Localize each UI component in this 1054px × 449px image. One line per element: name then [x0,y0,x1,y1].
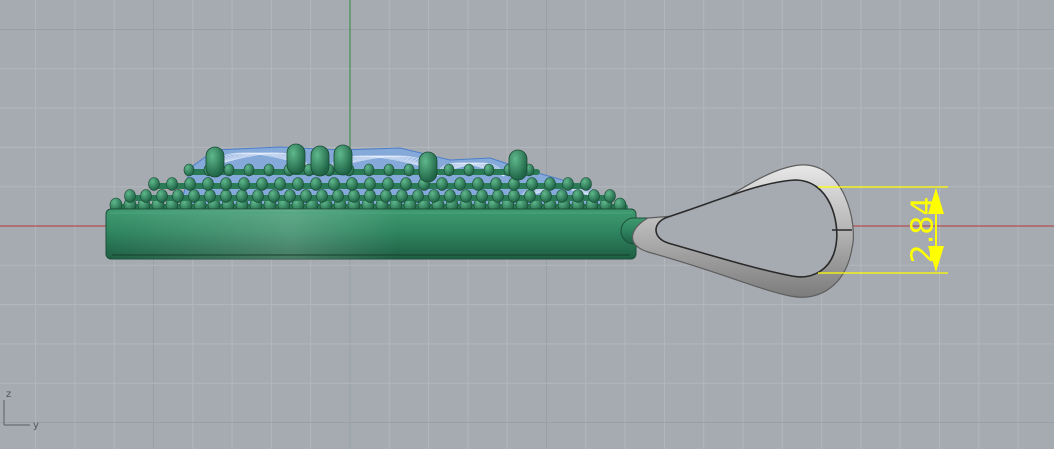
prong-bead [526,177,538,191]
prong-bead [380,189,392,203]
prong-bead [463,163,475,177]
tall-prong [333,144,353,176]
prong-bead [236,189,248,203]
prong-bead [412,189,424,203]
prong-bead [444,189,456,203]
prong-bead [588,189,600,203]
axis-gizmo: z y [3,389,39,431]
prong-bead [400,177,412,191]
prong-bead [172,189,184,203]
tall-prong [418,151,438,183]
viewport-canvas[interactable]: 2.84 z y [0,0,1054,449]
prong-bead [443,163,455,177]
prong-bead [268,189,280,203]
tall-prong [286,143,306,175]
prong-bead [243,163,255,177]
prong-bead [148,177,160,191]
prong-bead [292,177,304,191]
prong-bead [166,177,178,191]
prong-bead [204,189,216,203]
prong-bead [604,189,616,203]
tall-prong [205,146,225,178]
prong-bead [490,177,502,191]
prong-bead [310,177,322,191]
prong-bead [363,163,375,177]
prong-bead [382,177,394,191]
prong-bead [460,189,472,203]
prong-bead [188,189,200,203]
gizmo-y-label: y [33,420,39,431]
prong-bead [263,163,275,177]
prong-bead [156,189,168,203]
prong-bead [364,177,376,191]
prong-bead [562,177,574,191]
tall-prong [310,145,330,177]
prong-bead [252,189,264,203]
prong-bead [454,177,466,191]
prong-bead [223,163,235,177]
prong-bead [508,189,520,203]
gizmo-z-label: z [6,389,11,400]
prong-bead [580,177,592,191]
prong-bead [492,189,504,203]
prong-bead [183,163,195,177]
prong-bead [124,189,136,203]
prong-bead [220,177,232,191]
prong-bead [524,189,536,203]
prong-bead [572,189,584,203]
prong-bead [364,189,376,203]
prong-bead [483,163,495,177]
prong-bead [472,177,484,191]
prong-bead [476,189,488,203]
prong-bead [140,189,152,203]
pendant-model[interactable] [105,143,704,260]
prong-bead [348,189,360,203]
prong-bead [284,189,296,203]
prong-bead [403,163,415,177]
pendant-base-shine [106,209,636,259]
prong-bead [220,189,232,203]
prong-bead [184,177,196,191]
prong-bead [238,177,250,191]
prong-bead [383,163,395,177]
prong-bead [202,177,214,191]
dimension-value: 2.84 [906,197,941,264]
prong-bead [436,177,448,191]
prong-bead [274,177,286,191]
prong-bead [332,189,344,203]
prong-bead [428,189,440,203]
prong-bead [328,177,340,191]
prong-bead [256,177,268,191]
prong-bead [544,177,556,191]
prong-bead [346,177,358,191]
prong-bead [556,189,568,203]
tall-prong [508,149,528,181]
prong-bead [396,189,408,203]
prong-bead [300,189,312,203]
prong-bead [540,189,552,203]
rhino-viewport-right[interactable]: 2.84 z y [0,0,1054,449]
prong-bead [316,189,328,203]
